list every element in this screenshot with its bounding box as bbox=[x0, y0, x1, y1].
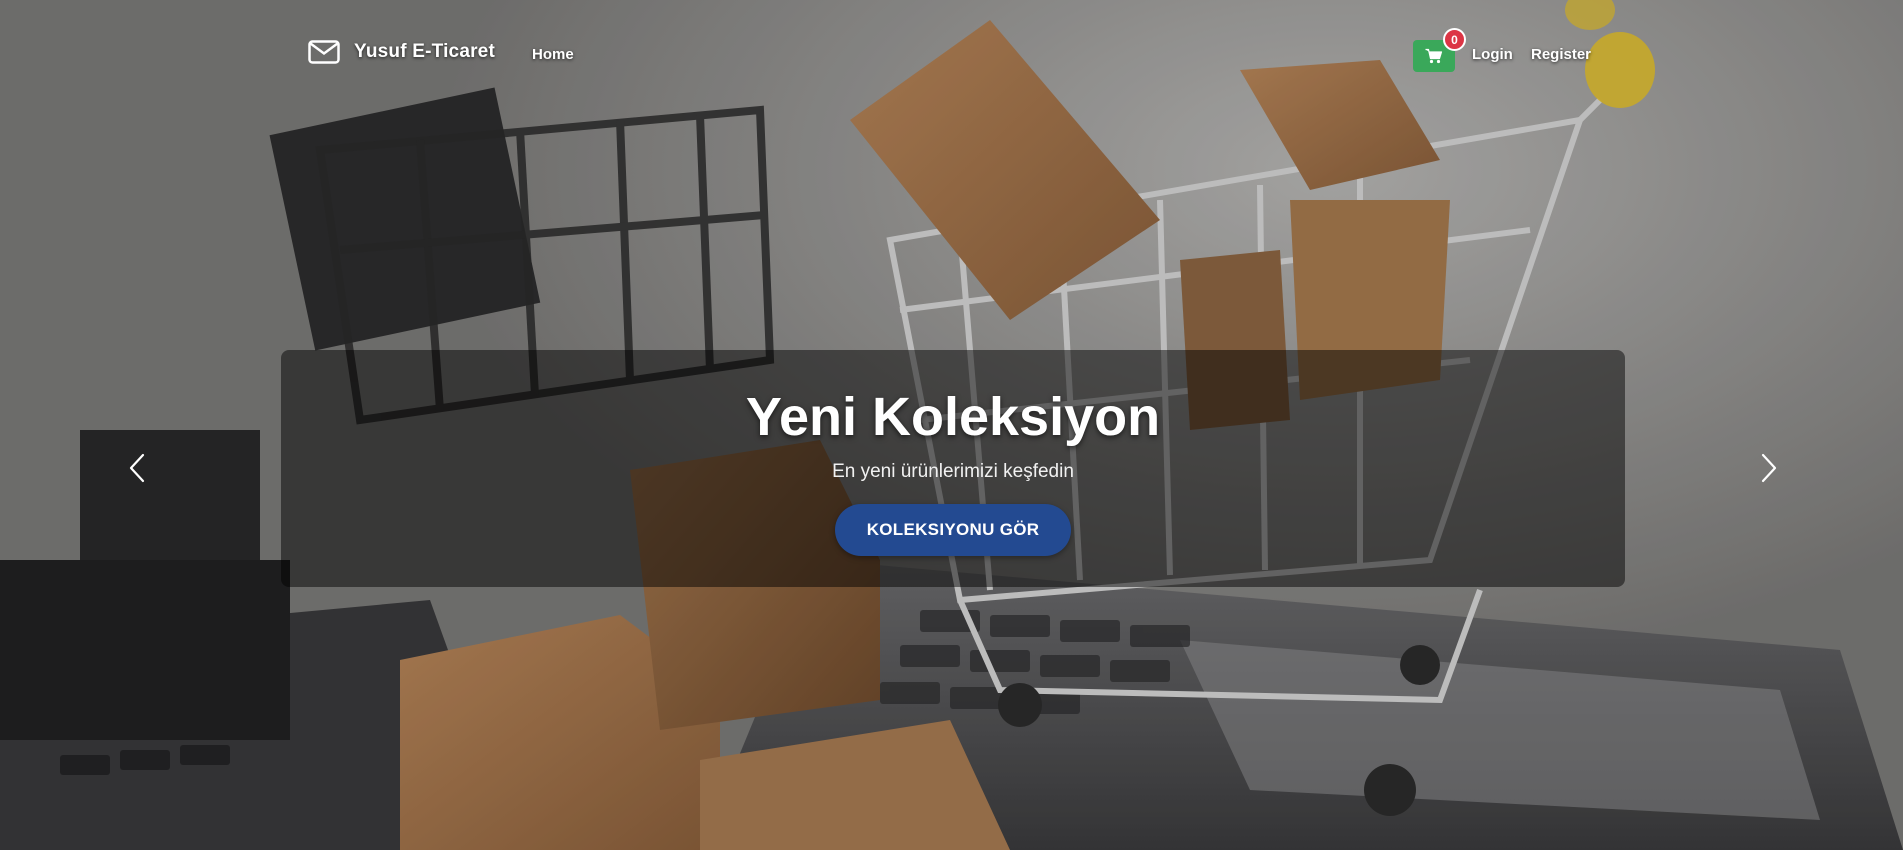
nav-link-login[interactable]: Login bbox=[1472, 46, 1513, 63]
nav-link-home[interactable]: Home bbox=[532, 46, 574, 63]
navbar: Yusuf E-Ticaret Home 0 Login Register bbox=[0, 0, 1903, 112]
carousel-title: Yeni Koleksiyon bbox=[745, 387, 1161, 447]
chevron-right-icon bbox=[1761, 453, 1777, 483]
chevron-left-icon bbox=[129, 453, 145, 483]
hero-carousel: Yusuf E-Ticaret Home 0 Login Register Ye… bbox=[0, 0, 1903, 850]
cart-count-badge: 0 bbox=[1443, 28, 1466, 51]
envelope-icon bbox=[308, 40, 340, 64]
carousel-next-button[interactable] bbox=[1749, 448, 1789, 488]
nav-link-register[interactable]: Register bbox=[1531, 46, 1591, 63]
view-collection-button[interactable]: KOLEKSIYONU GÖR bbox=[835, 504, 1071, 556]
carousel-prev-button[interactable] bbox=[117, 448, 157, 488]
brand-name: Yusuf E-Ticaret bbox=[354, 41, 495, 62]
carousel-caption: Yeni Koleksiyon En yeni ürünlerimizi keş… bbox=[281, 350, 1625, 587]
carousel-subtitle: En yeni ürünlerimizi keşfedin bbox=[832, 461, 1074, 482]
shopping-cart-icon bbox=[1425, 48, 1443, 64]
brand-link[interactable]: Yusuf E-Ticaret bbox=[308, 40, 495, 64]
